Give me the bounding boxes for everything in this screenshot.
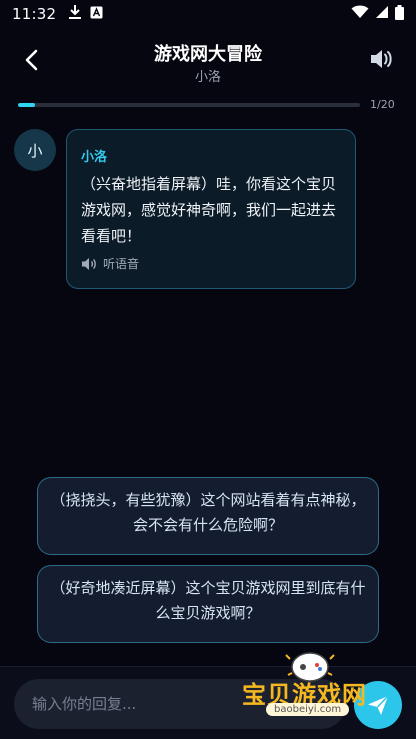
page-title: 游戏网大冒险	[154, 44, 262, 65]
message-bubble: 小洛 （兴奋地指着屏幕）哇，你看这个宝贝游戏网，感觉好神奇啊，我们一起进去看看吧…	[66, 129, 356, 289]
app-a-icon	[90, 5, 103, 23]
progress-bar	[18, 103, 360, 107]
listen-label: 听语音	[103, 257, 140, 271]
listen-button[interactable]: 听语音	[81, 255, 341, 272]
header: 游戏网大冒险 小洛	[0, 30, 416, 90]
reply-input-container[interactable]	[14, 679, 346, 729]
wifi-icon	[351, 5, 369, 23]
signal-icon	[375, 5, 389, 23]
send-button[interactable]	[354, 681, 402, 729]
progress-fill	[18, 103, 36, 107]
page-subtitle: 小洛	[194, 70, 221, 85]
reply-input[interactable]	[32, 695, 328, 713]
battery-icon	[395, 4, 404, 24]
speaker-name: 小洛	[81, 150, 108, 165]
avatar: 小	[14, 129, 56, 171]
status-time: 11:32	[12, 5, 57, 23]
speaker-small-icon	[82, 257, 96, 270]
choice-option-1[interactable]: （挠挠头，有些犹豫）这个网站看着有点神秘，会不会有什么危险啊？	[37, 477, 379, 555]
speaker-icon	[371, 50, 392, 68]
status-bar: 11:32	[0, 0, 416, 28]
composer-bar	[0, 666, 416, 739]
choice-option-2[interactable]: （好奇地凑近屏幕）这个宝贝游戏网里到底有什么宝贝游戏啊？	[37, 565, 379, 643]
progress-text: 1/20	[370, 98, 395, 111]
download-icon	[68, 4, 82, 24]
volume-button[interactable]	[368, 46, 394, 72]
message-text: （兴奋地指着屏幕）哇，你看这个宝贝游戏网，感觉好神奇啊，我们一起进去看看吧！	[81, 175, 337, 245]
send-icon	[368, 695, 389, 715]
